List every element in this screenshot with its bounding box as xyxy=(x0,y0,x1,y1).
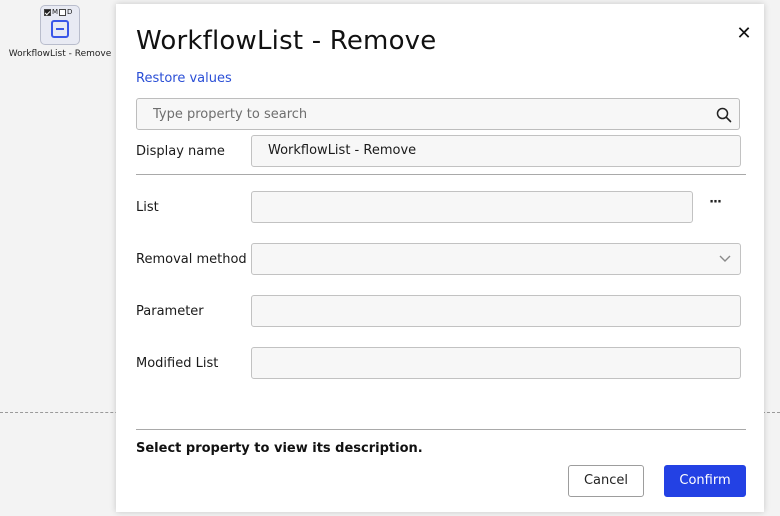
flag-m-label: M xyxy=(52,8,59,16)
removal-method-select[interactable] xyxy=(251,243,741,275)
dialog-title: WorkflowList - Remove xyxy=(136,26,437,56)
modified-list-label: Modified List xyxy=(136,356,219,371)
list-field[interactable] xyxy=(251,191,693,223)
description-divider xyxy=(136,429,746,430)
node-label: WorkflowList - Remove xyxy=(8,49,112,59)
minus-square-icon xyxy=(51,20,69,38)
cancel-button[interactable]: Cancel xyxy=(568,465,644,497)
section-divider xyxy=(136,174,746,175)
ellipsis-icon[interactable]: ··· xyxy=(706,196,724,214)
display-name-field[interactable]: WorkflowList - Remove xyxy=(251,135,741,167)
flag-checkbox-icon[interactable] xyxy=(59,9,67,16)
confirm-button[interactable]: Confirm xyxy=(664,465,746,497)
parameter-label: Parameter xyxy=(136,304,204,319)
parameter-field[interactable] xyxy=(251,295,741,327)
display-name-label: Display name xyxy=(136,144,225,159)
node-flags: M D xyxy=(44,8,72,17)
property-description: Select property to view its description. xyxy=(136,441,423,456)
removal-method-label: Removal method xyxy=(136,252,247,267)
search-icon[interactable] xyxy=(716,107,732,123)
close-icon[interactable]: ✕ xyxy=(736,25,752,43)
flag-checkbox-icon[interactable] xyxy=(44,9,51,16)
restore-values-link[interactable]: Restore values xyxy=(136,71,232,86)
list-label: List xyxy=(136,200,159,215)
flag-d-label: D xyxy=(67,8,73,16)
modified-list-field[interactable] xyxy=(251,347,741,379)
property-search[interactable] xyxy=(136,98,740,130)
workflow-node[interactable]: M D xyxy=(40,5,80,45)
search-input[interactable] xyxy=(137,99,713,129)
chevron-down-icon[interactable] xyxy=(718,254,732,264)
properties-dialog: WorkflowList - Remove ✕ Restore values D… xyxy=(116,4,764,512)
